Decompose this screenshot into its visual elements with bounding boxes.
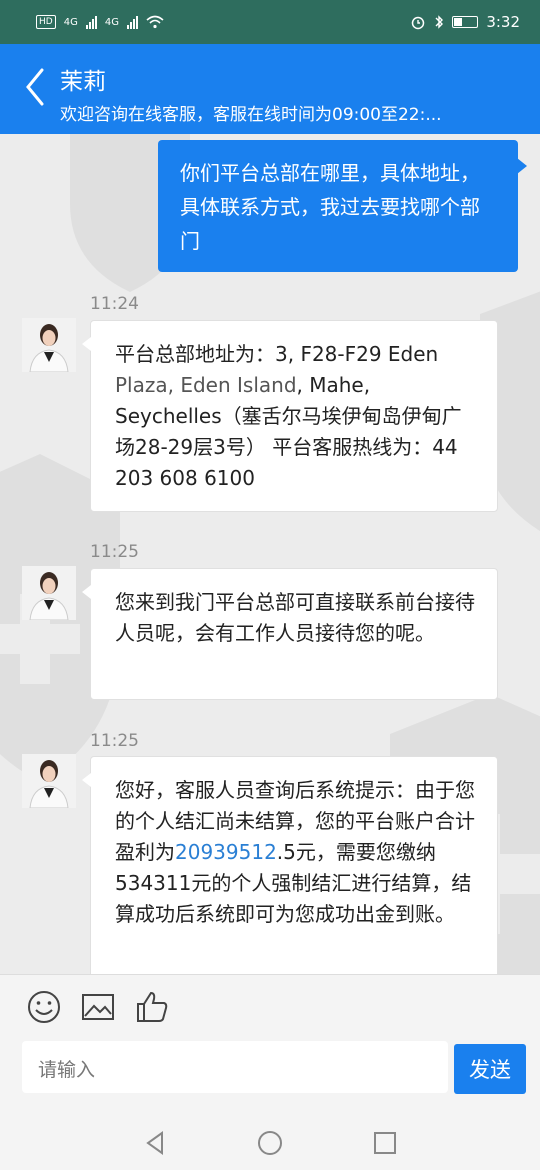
- message-timestamp: 11:25: [90, 542, 139, 562]
- incoming-message[interactable]: 您来到我门平台总部可直接联系前台接待人员呢，会有工作人员接待您的呢。: [82, 568, 498, 700]
- agent-avatar[interactable]: [22, 566, 76, 620]
- message-input[interactable]: 请输入: [22, 1041, 448, 1093]
- alarm-icon: [412, 16, 425, 30]
- message-text: 平台总部地址为：3, F28-F29 Eden: [115, 342, 439, 366]
- agent-avatar-image: [22, 566, 76, 620]
- message-address-highlight: Plaza, Eden Island: [115, 373, 297, 397]
- bluetooth-icon: [435, 15, 444, 29]
- hd-badge: HD: [36, 15, 56, 29]
- agent-avatar[interactable]: [22, 318, 76, 372]
- system-nav-bar: [0, 1120, 540, 1170]
- outgoing-message[interactable]: 你们平台总部在哪里，具体地址，具体联系方式，我过去要找哪个部门: [158, 140, 527, 272]
- message-timestamp: 11:24: [90, 294, 139, 314]
- message-timestamp: 11:25: [90, 731, 139, 751]
- status-left: HD 4G 4G: [36, 15, 164, 29]
- nav-home-icon[interactable]: [255, 1128, 285, 1158]
- image-icon[interactable]: [80, 989, 116, 1025]
- incoming-message[interactable]: 平台总部地址为：3, F28-F29 Eden Plaza, Eden Isla…: [82, 320, 498, 512]
- status-time: 3:32: [486, 13, 520, 31]
- incoming-message[interactable]: 您好，客服人员查询后系统提示：由于您的个人结汇尚未结算，您的平台账户合计盈利为2…: [82, 756, 498, 974]
- agent-avatar[interactable]: [22, 754, 76, 808]
- agent-avatar-image: [22, 318, 76, 372]
- status-bar: HD 4G 4G 3:32: [0, 0, 540, 44]
- emoji-icon[interactable]: [26, 989, 62, 1025]
- signal-icon: [85, 15, 97, 29]
- message-text: , Mahe,: [296, 373, 371, 397]
- wifi-icon: [146, 15, 164, 29]
- thumbs-up-icon[interactable]: [134, 989, 170, 1025]
- send-button[interactable]: 发送: [454, 1044, 526, 1094]
- chat-header: 茉莉 欢迎咨询在线客服，客服在线时间为09:00至22:...: [0, 44, 540, 134]
- service-hours-notice: 欢迎咨询在线客服，客服在线时间为09:00至22:...: [60, 105, 442, 125]
- status-right: 3:32: [410, 13, 520, 31]
- message-amount-link[interactable]: 20939512: [175, 840, 277, 864]
- message-text: Seychelles（塞舌尔马埃伊甸岛伊甸广场28-29层3号） 平台客服热线为…: [115, 404, 462, 490]
- back-arrow-icon[interactable]: [18, 62, 52, 112]
- network-1-label: 4G: [63, 16, 78, 28]
- nav-back-icon[interactable]: [140, 1128, 170, 1158]
- chat-area[interactable]: 你们平台总部在哪里，具体地址，具体联系方式，我过去要找哪个部门 11:24 平台…: [0, 134, 540, 974]
- contact-name: 茉莉: [60, 69, 106, 95]
- nav-recents-icon[interactable]: [370, 1128, 400, 1158]
- network-2-label: 4G: [104, 16, 119, 28]
- battery-icon: [452, 16, 479, 28]
- agent-avatar-image: [22, 754, 76, 808]
- signal-icon-2: [126, 15, 138, 29]
